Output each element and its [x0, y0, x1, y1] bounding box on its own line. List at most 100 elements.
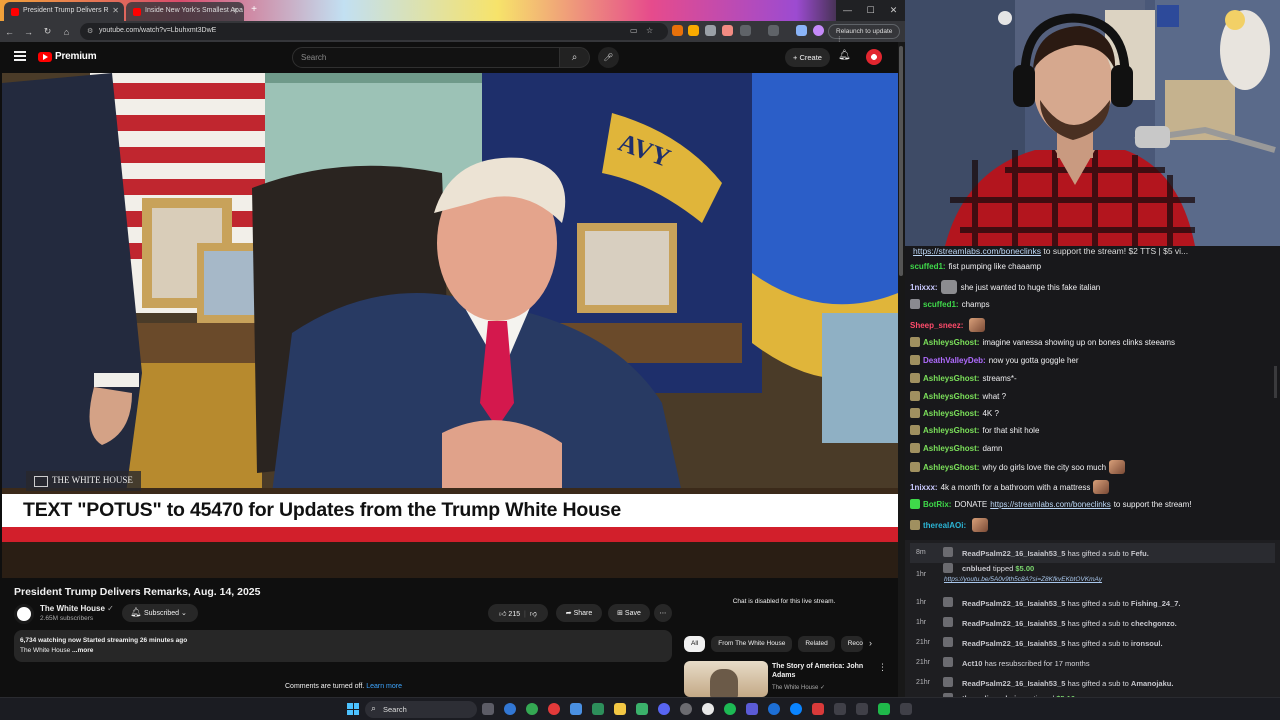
chat-username[interactable]: scuffed1: [923, 300, 959, 309]
chat-badge-icon[interactable] [910, 391, 920, 401]
chat-username[interactable]: BotRix: [923, 500, 951, 509]
recommended-video-title[interactable]: The Story of America: John Adams [772, 662, 868, 680]
relaunch-to-update-button[interactable]: Relaunch to update ⋮ [828, 24, 900, 43]
reload-icon[interactable]: ↻ [38, 26, 57, 37]
app-icon[interactable] [812, 703, 824, 715]
dislike-button[interactable]: 👎︎ [530, 611, 537, 618]
app-icon[interactable] [592, 703, 604, 715]
extension-icon[interactable] [705, 25, 716, 36]
app-icon[interactable] [856, 703, 868, 715]
chat-badge-icon[interactable] [910, 373, 920, 383]
activity-item[interactable]: 1hr cnblued tipped $5.00 https://youtu.be/… [910, 563, 1275, 591]
chip-all[interactable]: All [684, 636, 706, 652]
more-link[interactable]: ...more [72, 647, 93, 654]
install-icon[interactable]: ▭ [630, 26, 638, 35]
youtube-logo-icon[interactable] [38, 52, 52, 62]
chat-username[interactable]: 1nixxx: [910, 483, 938, 492]
chip-recently-uploaded[interactable]: Reco [840, 636, 863, 652]
chat-username[interactable]: AshleysGhost: [923, 392, 979, 401]
activity-item[interactable]: 1hr ReadPsalm22_16_Isaiah53_5 has gifted … [910, 593, 1275, 613]
more-actions-button[interactable]: ⋯ [654, 604, 672, 622]
like-button[interactable]: 👍︎ 215 [499, 611, 520, 618]
chat-badge-icon[interactable] [910, 299, 920, 309]
chat-badge-icon[interactable] [910, 443, 920, 453]
recommended-video-thumbnail[interactable] [684, 661, 768, 697]
hamburger-menu-icon[interactable] [14, 51, 26, 61]
share-button[interactable]: ➦ Share [556, 604, 602, 622]
app-icon[interactable] [636, 703, 648, 715]
extension-icon[interactable] [722, 25, 733, 36]
app-icon[interactable] [834, 703, 846, 715]
chat-username[interactable]: AshleysGhost: [923, 426, 979, 435]
search-input[interactable]: Search [292, 47, 560, 68]
obs-icon[interactable] [702, 703, 714, 715]
extensions-puzzle-icon[interactable] [740, 25, 751, 36]
chat-username[interactable]: AshleysGhost: [923, 409, 979, 418]
more-vert-icon[interactable]: ⋮ [878, 662, 887, 673]
subscribed-button[interactable]: 🔔︎ Subscribed ⌄ [122, 604, 198, 622]
taskbar-search[interactable]: Search [365, 701, 477, 718]
chat-scrollbar[interactable] [1274, 366, 1277, 398]
discord-icon[interactable] [658, 703, 670, 715]
channel-avatar[interactable] [14, 604, 34, 624]
bookmark-star-icon[interactable]: ☆ [646, 26, 653, 35]
chrome-canary-icon[interactable] [548, 703, 560, 715]
chat-username[interactable]: AshleysGhost: [923, 444, 979, 453]
app-icon[interactable] [878, 703, 890, 715]
create-button[interactable]: + Create [785, 48, 830, 67]
tab-close-icon[interactable]: ✕ [112, 6, 119, 15]
chat-username[interactable]: AshleysGhost: [923, 374, 979, 383]
maximize-icon[interactable]: ☐ [859, 0, 882, 21]
chip-from-channel[interactable]: From The White House [711, 636, 793, 652]
youtube-premium-wordmark[interactable]: Premium [55, 51, 97, 62]
extension-icon[interactable] [672, 25, 683, 36]
chat-badge-icon[interactable] [910, 425, 920, 435]
chip-related[interactable]: Related [798, 636, 835, 652]
description-box[interactable]: 6,734 watching now Started streaming 26 … [14, 630, 672, 662]
file-explorer-icon[interactable] [614, 703, 626, 715]
spotify-icon[interactable] [724, 703, 736, 715]
close-window-icon[interactable]: ✕ [882, 0, 905, 21]
app-icon[interactable] [746, 703, 758, 715]
edge-icon[interactable] [504, 703, 516, 715]
chat-username[interactable]: 1nixxx: [910, 283, 938, 292]
chat-badge-icon[interactable] [910, 355, 920, 365]
channel-name[interactable]: The White House ✓ [40, 604, 114, 613]
app-icon[interactable] [768, 703, 780, 715]
chat-badge-icon[interactable] [910, 337, 920, 347]
sidebar-icon[interactable] [768, 25, 779, 36]
chrome-icon[interactable] [526, 703, 538, 715]
new-tab-icon[interactable]: + [248, 4, 260, 16]
app-icon[interactable] [570, 703, 582, 715]
voice-search-button[interactable]: 🎤︎ [598, 47, 619, 68]
profile-avatar-icon[interactable] [813, 25, 824, 36]
activity-item[interactable]: 1hr ReadPsalm22_16_Isaiah53_5 has gifted … [910, 613, 1275, 633]
notifications-bell-icon[interactable]: 🔔︎ [838, 50, 851, 61]
chat-badge-icon[interactable] [910, 462, 920, 472]
chat-username[interactable]: DeathValleyDeb: [923, 356, 986, 365]
activity-item[interactable]: 21hr ReadPsalm22_16_Isaiah53_5 has gifted… [910, 673, 1275, 693]
chat-badge-icon[interactable] [910, 499, 920, 509]
site-info-icon[interactable]: ⚙ [87, 27, 93, 35]
back-icon[interactable]: ← [0, 27, 19, 37]
windows-start-icon[interactable] [347, 703, 359, 715]
browser-tab[interactable]: Inside New York's Smallest Apa ✕ [126, 2, 244, 21]
save-button[interactable]: ⊞ Save [608, 604, 650, 622]
task-view-icon[interactable] [482, 703, 494, 715]
video-player[interactable]: AVY THE WHITE HOUSE TEXT "POTUS" to 4547… [2, 73, 898, 578]
account-avatar[interactable] [866, 49, 882, 65]
chat-username[interactable]: scuffed1: [910, 262, 946, 271]
extension-icon[interactable] [688, 25, 699, 36]
chat-badge-icon[interactable] [910, 520, 920, 530]
browser-tab-active[interactable]: President Trump Delivers R ✕ [4, 2, 124, 21]
chat-username[interactable]: therealAOi: [923, 521, 966, 530]
page-scrollbar[interactable] [898, 42, 905, 697]
app-icon[interactable] [900, 703, 912, 715]
chat-link[interactable]: https://streamlabs.com/boneclinks [990, 500, 1111, 509]
chat-username[interactable]: Sheep_sneez: [910, 321, 963, 330]
activity-item[interactable]: 21hr Act10 has resubscribed for 17 months [910, 653, 1275, 673]
chat-username[interactable]: AshleysGhost: [923, 338, 979, 347]
activity-item[interactable]: 8m ReadPsalm22_16_Isaiah53_5 has gifted a… [910, 543, 1275, 563]
address-bar[interactable]: ⚙ youtube.com/watch?v=Lbuhxmt3DwE ▭ ☆ [80, 23, 668, 40]
app-icon[interactable] [680, 703, 692, 715]
